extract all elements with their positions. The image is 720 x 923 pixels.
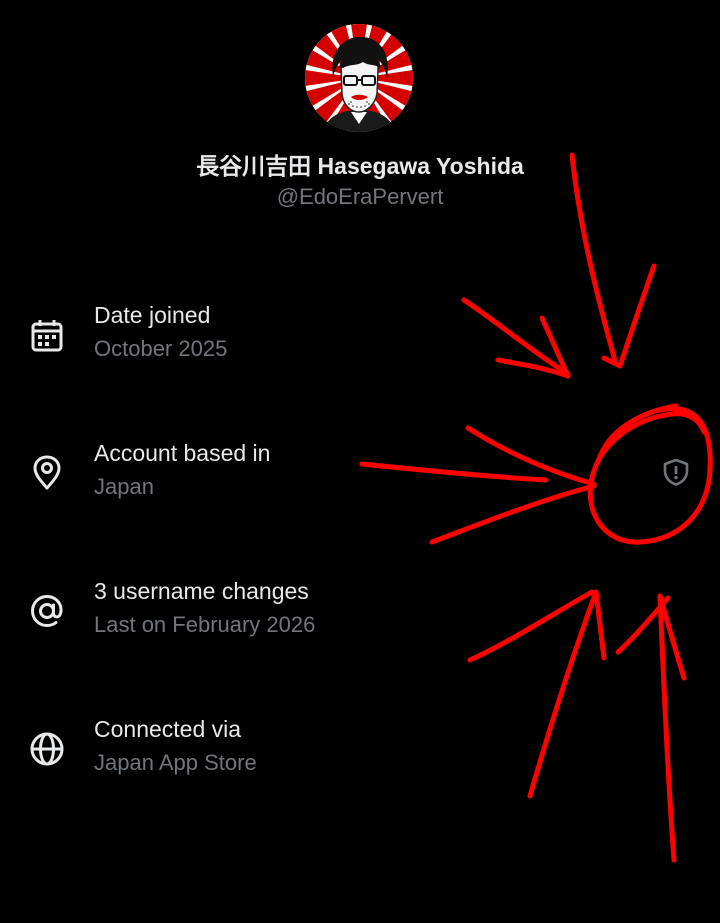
date-joined-value: October 2025 xyxy=(94,336,228,361)
account-based-in-label: Account based in xyxy=(94,440,271,466)
connected-via-value: Japan App Store xyxy=(94,750,257,775)
about-row-date-joined: Date joined October 2025 xyxy=(0,300,720,370)
location-pin-icon xyxy=(28,454,66,492)
username-handle: @EdoEraPervert xyxy=(276,184,444,209)
avatar-portrait-icon xyxy=(305,24,413,132)
globe-icon xyxy=(28,730,66,768)
connected-via-label: Connected via xyxy=(94,716,242,742)
profile-avatar[interactable] xyxy=(305,24,413,132)
username-changes-label: 3 username changes xyxy=(94,578,309,604)
username-changes-value: Last on February 2026 xyxy=(94,612,316,637)
about-row-account-based-in: Account based in Japan xyxy=(0,438,720,508)
at-sign-icon xyxy=(28,592,66,630)
about-row-connected-via: Connected via Japan App Store xyxy=(0,714,720,784)
shield-exclamation-icon[interactable] xyxy=(662,458,690,486)
about-row-username-changes: 3 username changes Last on February 2026 xyxy=(0,576,720,646)
display-name: 長谷川吉田 Hasegawa Yoshida xyxy=(196,153,524,179)
account-based-in-value: Japan xyxy=(94,474,154,499)
date-joined-label: Date joined xyxy=(94,302,211,328)
calendar-icon xyxy=(28,316,66,354)
